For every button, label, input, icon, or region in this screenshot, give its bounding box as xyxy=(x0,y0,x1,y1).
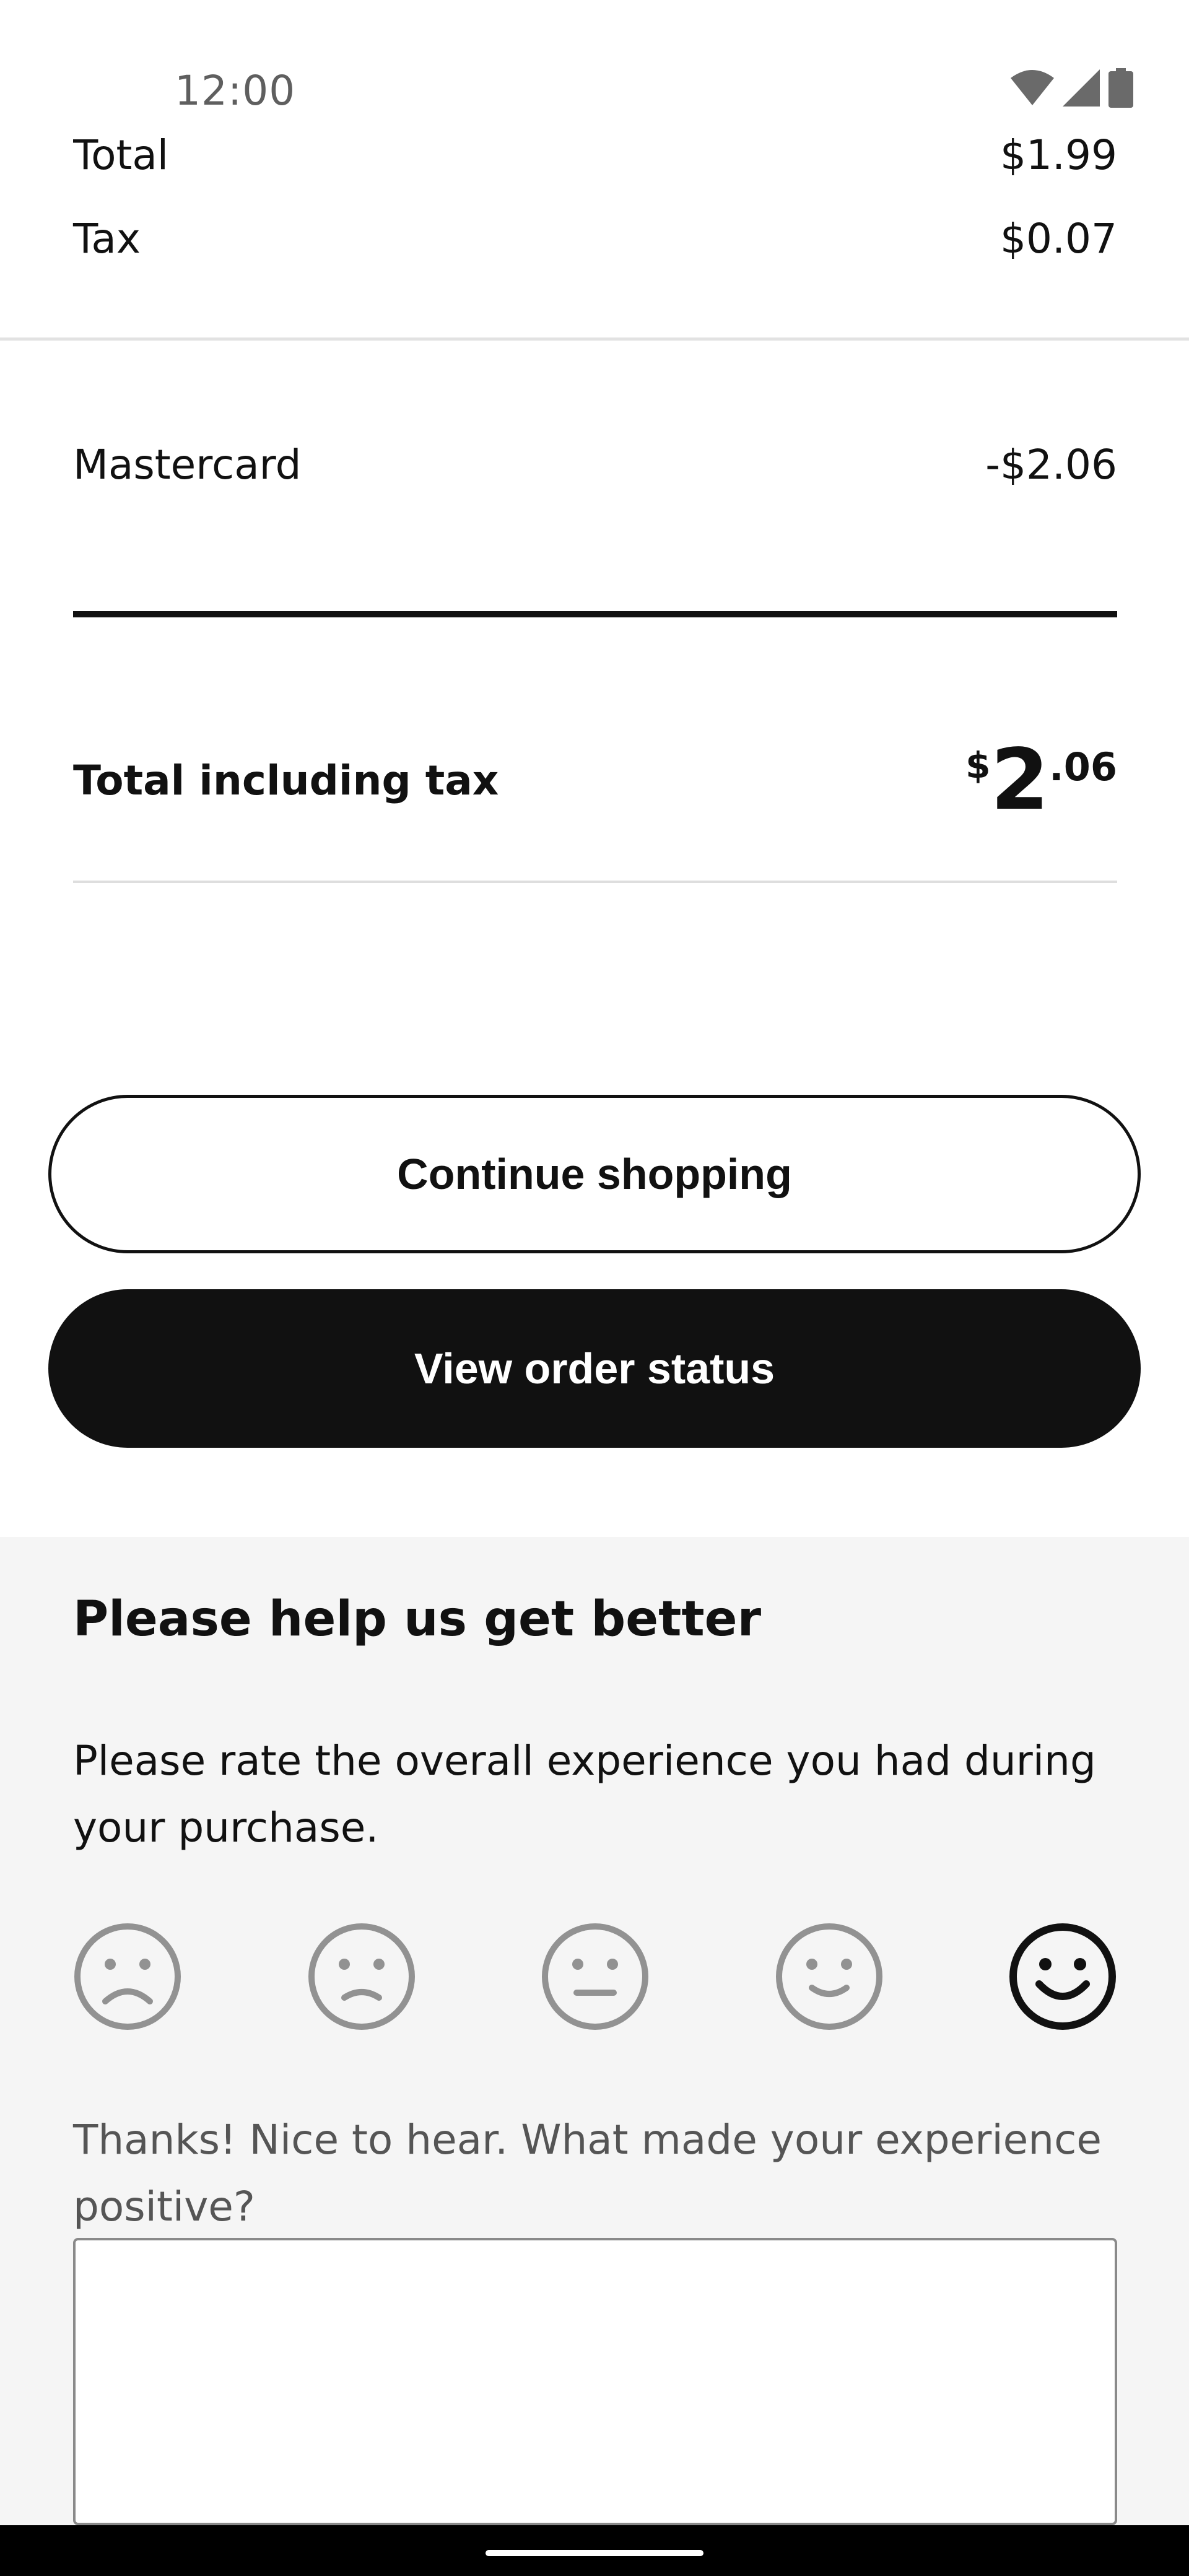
battery-icon xyxy=(1108,68,1133,108)
signal-icon xyxy=(1063,69,1100,107)
feedback-description: Please rate the overall experience you h… xyxy=(73,1737,1096,1852)
total-divider xyxy=(73,611,1117,617)
summary-total-row: Total $1.99 xyxy=(73,133,1117,189)
status-icons xyxy=(1011,68,1133,108)
satisfied-face-icon[interactable] xyxy=(775,1922,884,2031)
neutral-face-icon[interactable] xyxy=(541,1922,650,2031)
summary-tax-label: Tax xyxy=(73,214,141,263)
continue-shopping-button[interactable]: Continue shopping xyxy=(48,1095,1141,1253)
grand-total-divider xyxy=(73,881,1117,883)
summary-total-value: $1.99 xyxy=(1000,133,1117,179)
payment-method-row: Mastercard -$2.06 xyxy=(73,433,1117,495)
summary-tax-row: Tax $0.07 xyxy=(73,211,1117,266)
grand-total-label: Total including tax xyxy=(73,756,499,804)
view-order-status-button[interactable]: View order status xyxy=(48,1289,1141,1448)
payment-method-amount: -$2.06 xyxy=(985,440,1117,489)
very-satisfied-face-icon[interactable] xyxy=(1008,1922,1117,2031)
very-dissatisfied-face-icon[interactable] xyxy=(73,1922,182,2031)
grand-total-row: Total including tax $ 2 .06 xyxy=(73,731,1117,830)
feedback-title: Please help us get better xyxy=(73,1591,762,1647)
feedback-textarea[interactable] xyxy=(73,2238,1117,2525)
section-divider xyxy=(0,337,1189,341)
payment-method-label: Mastercard xyxy=(73,440,302,489)
wifi-icon xyxy=(1011,69,1054,107)
status-time: 12:00 xyxy=(175,67,296,115)
feedback-section: Please help us get better Please rate th… xyxy=(0,1537,1189,2525)
grand-total-price: $ 2 .06 xyxy=(965,738,1117,822)
home-gesture-handle[interactable] xyxy=(486,2550,703,2556)
feedback-prompt: Thanks! Nice to hear. What made your exp… xyxy=(73,2116,1102,2230)
price-integer: 2 xyxy=(990,731,1050,829)
summary-total-label: Total xyxy=(73,133,169,179)
navigation-bar xyxy=(0,2525,1189,2576)
summary-tax-value: $0.07 xyxy=(1000,214,1117,263)
dissatisfied-face-icon[interactable] xyxy=(307,1922,416,2031)
status-bar: 12:00 xyxy=(0,0,1189,149)
rating-faces xyxy=(73,1922,1117,2031)
price-currency: $ xyxy=(965,744,991,786)
price-decimal: .06 xyxy=(1049,744,1117,790)
